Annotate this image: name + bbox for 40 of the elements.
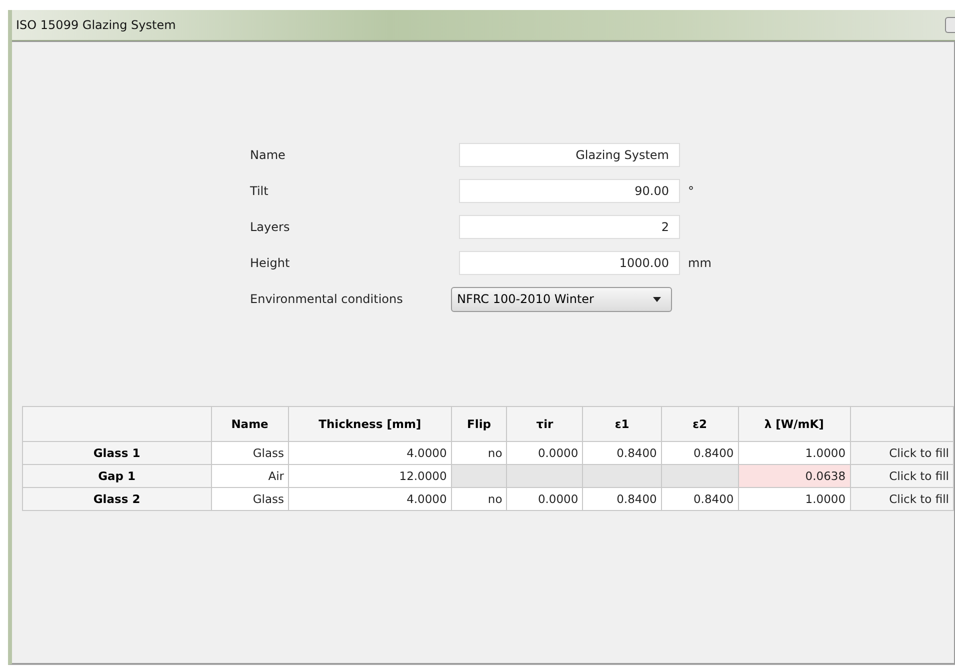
table-cell[interactable]: 4.0000 xyxy=(288,442,452,464)
column-header: ε1 xyxy=(582,406,662,442)
table-cell[interactable]: no xyxy=(451,488,507,510)
table-cell[interactable]: 1.0000 xyxy=(738,488,850,510)
table-cell[interactable]: Glass xyxy=(211,442,288,464)
column-header: Flip xyxy=(451,406,507,442)
unit-label: ° xyxy=(688,184,694,198)
row-header: Glass 2 xyxy=(22,488,212,510)
table-cell[interactable]: 4.0000 xyxy=(288,488,452,510)
field-label: Tilt xyxy=(250,184,270,198)
table-cell[interactable]: 0.0000 xyxy=(506,488,583,510)
column-header: τir xyxy=(506,406,583,442)
caret-icon xyxy=(653,296,661,302)
input-field[interactable]: Glazing System xyxy=(459,143,680,167)
input-field[interactable]: 1000.00 xyxy=(459,251,680,275)
input-field[interactable]: 2 xyxy=(459,215,680,239)
column-header: Thickness [mm] xyxy=(288,406,452,442)
field-label: Name xyxy=(250,148,286,162)
dropdown[interactable]: NFRC 100-2010 Winter xyxy=(451,286,672,312)
table-cell[interactable]: Glass xyxy=(211,488,288,510)
row-header: Gap 1 xyxy=(22,464,212,488)
field-label: Environmental conditions xyxy=(250,292,404,306)
fill-button[interactable]: Click to fill xyxy=(850,488,954,510)
row-header: Glass 1 xyxy=(22,442,212,464)
close-button[interactable] xyxy=(945,17,955,33)
fill-button[interactable]: Click to fill xyxy=(850,442,954,464)
column-header: ε2 xyxy=(661,406,738,442)
table-cell[interactable]: 0.0638 xyxy=(738,464,850,488)
fill-button[interactable]: Click to fill xyxy=(850,464,954,488)
field-label: Layers xyxy=(250,220,291,234)
table-cell[interactable]: Air xyxy=(211,464,288,488)
window-title: ISO 15099 Glazing System xyxy=(15,18,176,32)
column-header: λ [W/mK] xyxy=(738,406,850,442)
unit-label: mm xyxy=(688,256,712,270)
table-cell[interactable]: 0.8400 xyxy=(661,488,738,510)
table-cell[interactable]: 12.0000 xyxy=(288,464,452,488)
field-label: Height xyxy=(250,256,291,270)
table-cell[interactable]: 0.8400 xyxy=(582,488,662,510)
column-header: Name xyxy=(211,406,288,442)
input-field[interactable]: 90.00 xyxy=(459,179,680,203)
